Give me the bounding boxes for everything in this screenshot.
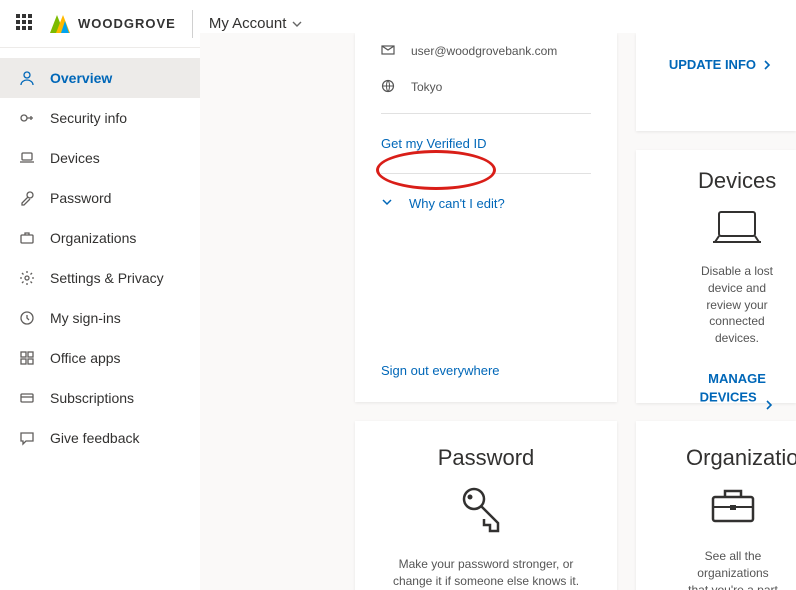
laptop-large-icon <box>711 208 763 248</box>
key-icon <box>18 109 36 127</box>
manage-devices-link[interactable]: MANAGE DEVICES <box>698 371 776 410</box>
sidebar-item-label: Organizations <box>50 230 136 246</box>
chevron-down-icon <box>381 196 399 211</box>
apps-icon <box>18 349 36 367</box>
sidebar-item-office-apps[interactable]: Office apps <box>0 338 200 378</box>
sidebar: Overview Security info Devices Password … <box>0 48 200 590</box>
devices-card: Devices Disable a lost device and review… <box>636 150 796 403</box>
page-switch[interactable]: My Account <box>209 15 303 32</box>
sidebar-item-organizations[interactable]: Organizations <box>0 218 200 258</box>
devices-card-subtitle: Disable a lost device and review your co… <box>698 263 776 347</box>
sidebar-item-devices[interactable]: Devices <box>0 138 200 178</box>
sidebar-item-settings-privacy[interactable]: Settings & Privacy <box>0 258 200 298</box>
sidebar-item-give-feedback[interactable]: Give feedback <box>0 418 200 458</box>
sidebar-item-label: Security info <box>50 110 127 126</box>
globe-icon <box>381 79 399 96</box>
sidebar-item-subscriptions[interactable]: Subscriptions <box>0 378 200 418</box>
sidebar-item-label: Devices <box>50 150 100 166</box>
mail-icon <box>381 43 399 60</box>
sidebar-item-label: Overview <box>50 70 112 86</box>
laptop-icon <box>18 149 36 167</box>
brand[interactable]: WOODGROVE <box>50 10 193 38</box>
gear-icon <box>18 269 36 287</box>
sidebar-item-security-info[interactable]: Security info <box>0 98 200 138</box>
brand-text: WOODGROVE <box>78 16 176 31</box>
sidebar-item-label: Subscriptions <box>50 390 134 406</box>
sidebar-item-label: Office apps <box>50 350 121 366</box>
clock-icon <box>18 309 36 327</box>
profile-location-row: Tokyo <box>381 69 591 105</box>
sidebar-item-password[interactable]: Password <box>0 178 200 218</box>
key-large-icon <box>458 483 514 535</box>
devices-card-title: Devices <box>698 168 776 194</box>
update-info-link[interactable]: UPDATE INFO <box>669 57 772 72</box>
why-cant-i-edit-link[interactable]: Why can't I edit? <box>381 182 591 225</box>
update-info-card: UPDATE INFO <box>636 33 796 131</box>
sidebar-item-label: My sign-ins <box>50 310 121 326</box>
organizations-card: Organizations See all the organizations … <box>636 421 796 590</box>
briefcase-icon <box>18 229 36 247</box>
password-card-subtitle: Make your password stronger, or change i… <box>379 556 593 590</box>
get-verified-id-link[interactable]: Get my Verified ID <box>381 122 591 165</box>
profile-location: Tokyo <box>411 80 442 94</box>
comment-icon <box>18 429 36 447</box>
sidebar-item-label: Give feedback <box>50 430 140 446</box>
password-card-title: Password <box>379 445 593 471</box>
sidebar-item-my-signins[interactable]: My sign-ins <box>0 298 200 338</box>
chevron-down-icon <box>292 19 302 29</box>
sidebar-item-label: Settings & Privacy <box>50 270 164 286</box>
app-launcher-icon[interactable] <box>16 14 36 34</box>
sidebar-item-label: Password <box>50 190 111 206</box>
brand-logo-icon <box>50 15 72 33</box>
page-switch-label: My Account <box>209 15 287 32</box>
chevron-right-icon <box>764 400 774 410</box>
password-card: Password Make your password stronger, or… <box>355 421 617 590</box>
person-icon <box>18 69 36 87</box>
briefcase-large-icon <box>707 483 759 527</box>
organizations-card-title: Organizations <box>686 445 780 471</box>
sidebar-item-overview[interactable]: Overview <box>0 58 200 98</box>
key2-icon <box>18 189 36 207</box>
card-icon <box>18 389 36 407</box>
profile-card: user@woodgrovebank.com Tokyo Get my Veri… <box>355 33 617 402</box>
profile-email-row: user@woodgrovebank.com <box>381 33 591 69</box>
organizations-card-subtitle: See all the organizations that you're a … <box>686 548 780 590</box>
chevron-right-icon <box>762 60 772 70</box>
profile-email: user@woodgrovebank.com <box>411 44 557 58</box>
main-content: user@woodgrovebank.com Tokyo Get my Veri… <box>200 33 796 590</box>
sign-out-everywhere-link[interactable]: Sign out everywhere <box>381 363 500 378</box>
